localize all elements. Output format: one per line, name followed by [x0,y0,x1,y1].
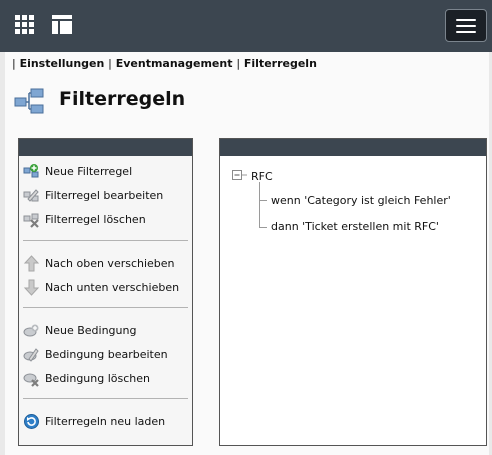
add-rule-icon [23,163,39,177]
tree-node-action[interactable]: dann 'Ticket erstellen mit RFC' [271,220,439,233]
filter-rules-tree-panel: RFC wenn 'Category ist gleich Fehler' da… [219,138,487,446]
move-down-button[interactable]: Nach unten verschieben [23,277,189,297]
actions-panel: Neue Filterregel Filterregel bearbeiten … [18,138,193,446]
move-up-button[interactable]: Nach oben verschieben [23,253,189,273]
delete-filter-rule-button[interactable]: Filterregel löschen [23,209,189,229]
action-label: Neue Filterregel [45,164,133,178]
delete-condition-icon [23,373,39,387]
reload-icon [24,413,39,429]
breadcrumb-item-filterregeln[interactable]: Filterregeln [244,57,317,70]
delete-condition-button[interactable]: Bedingung löschen [23,368,189,388]
tree-panel-header [220,139,486,156]
arrow-up-icon [23,254,40,271]
tree-connector [259,200,267,201]
tree-connector [259,227,267,228]
apps-grid-icon[interactable] [15,15,34,34]
action-label: Neue Bedingung [45,323,137,337]
top-bar [0,0,492,52]
panel-layout-icon[interactable] [52,15,72,34]
action-label: Nach oben verschieben [45,256,175,270]
filter-rules-icon [14,88,44,114]
action-label: Nach unten verschieben [45,280,180,294]
reload-filter-rules-button[interactable]: Filterregeln neu laden [23,411,189,431]
breadcrumb-item-einstellungen[interactable]: Einstellungen [20,57,105,70]
edit-condition-button[interactable]: Bedingung bearbeiten [23,344,189,364]
hamburger-menu-button[interactable] [445,9,487,42]
breadcrumb-separator: | [12,57,16,70]
collapse-icon[interactable] [232,170,247,181]
add-condition-icon [23,324,39,336]
breadcrumb: | Einstellungen | Eventmanagement | Filt… [12,57,317,70]
breadcrumb-separator: | [236,57,241,70]
new-condition-button[interactable]: Neue Bedingung [23,320,189,340]
breadcrumb-item-eventmanagement[interactable]: Eventmanagement [116,57,233,70]
edit-rule-icon [23,188,39,202]
action-label: Filterregel löschen [45,212,146,226]
divider [23,398,188,399]
divider [23,307,188,308]
tree-node-rfc[interactable]: RFC [251,170,273,183]
action-label: Filterregeln neu laden [45,414,166,428]
action-label: Bedingung löschen [45,371,151,385]
page-title: Filterregeln [59,88,186,110]
actions-panel-header [19,139,192,156]
divider [23,240,188,241]
action-label: Filterregel bearbeiten [45,188,164,202]
breadcrumb-separator: | [108,57,112,70]
action-label: Bedingung bearbeiten [45,347,168,361]
edit-condition-icon [23,347,39,362]
delete-rule-icon [23,213,39,228]
edit-filter-rule-button[interactable]: Filterregel bearbeiten [23,185,189,205]
arrow-down-icon [23,279,40,296]
tree-node-condition[interactable]: wenn 'Category ist gleich Fehler' [271,194,451,207]
tree-connector [259,182,260,228]
new-filter-rule-button[interactable]: Neue Filterregel [23,161,189,181]
